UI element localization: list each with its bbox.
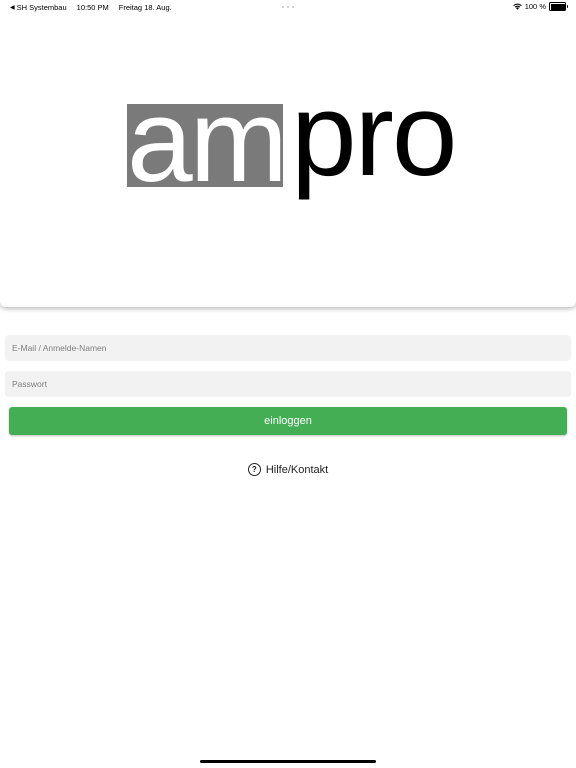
- login-button[interactable]: einloggen: [9, 407, 567, 435]
- status-bar-right: 100 %: [512, 2, 568, 11]
- question-circle-icon[interactable]: ?: [247, 463, 261, 476]
- logo-am-box: am: [127, 82, 288, 200]
- password-input[interactable]: [5, 371, 571, 397]
- status-bar-left[interactable]: ◀ SH Systembau 10:50 PM Freitag 18. Aug.: [10, 3, 172, 12]
- email-input[interactable]: [5, 335, 571, 361]
- back-arrow-icon[interactable]: ◀: [10, 4, 15, 11]
- logo-am-text: am: [127, 75, 288, 207]
- status-date: Freitag 18. Aug.: [118, 3, 172, 12]
- home-indicator[interactable]: [200, 760, 376, 763]
- status-time: 10:50 PM: [76, 3, 109, 12]
- battery-percent: 100 %: [524, 2, 546, 11]
- help-contact-link[interactable]: ? Hilfe/Kontakt: [0, 463, 576, 476]
- help-contact-label[interactable]: Hilfe/Kontakt: [266, 464, 328, 476]
- ampro-logo: am pro: [127, 76, 458, 218]
- battery-icon: [549, 2, 568, 11]
- wifi-icon: [512, 3, 522, 10]
- status-bar: ◀ SH Systembau 10:50 PM Freitag 18. Aug.…: [0, 0, 576, 14]
- multitasking-dots[interactable]: [282, 6, 294, 8]
- back-app-label[interactable]: SH Systembau: [17, 3, 67, 12]
- logo-card: ◀ SH Systembau 10:50 PM Freitag 18. Aug.…: [0, 0, 576, 307]
- battery-fill: [550, 3, 565, 10]
- logo-pro-text: pro: [291, 69, 458, 201]
